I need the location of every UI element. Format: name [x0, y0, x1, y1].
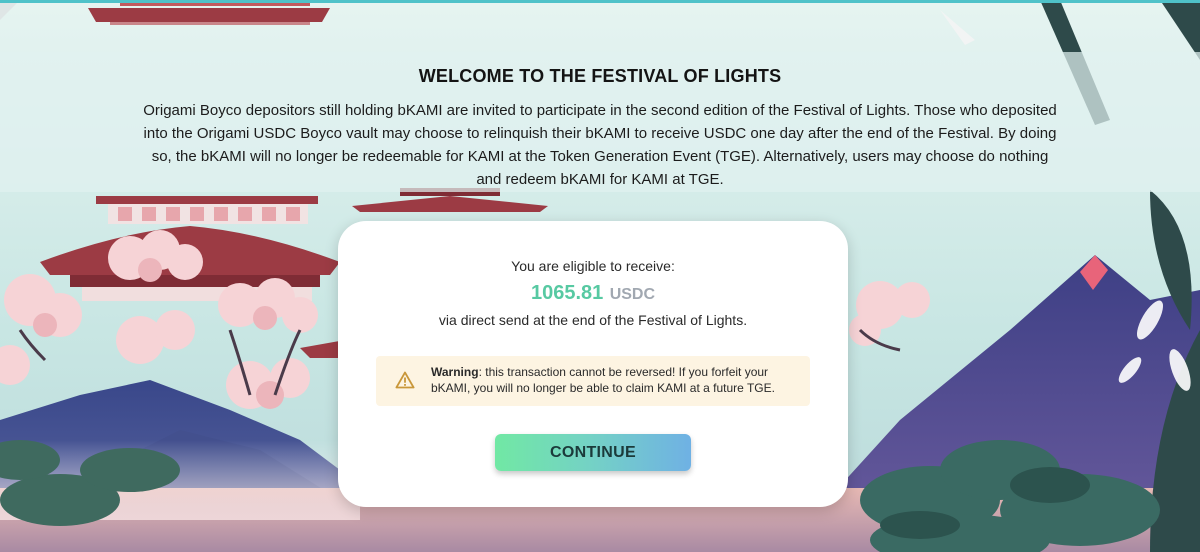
delivery-note: via direct send at the end of the Festiv…	[438, 312, 748, 328]
page-title: WELCOME TO THE FESTIVAL OF LIGHTS	[418, 66, 782, 86]
warning-triangle-icon	[395, 371, 415, 389]
warning-label: Warning	[431, 365, 479, 379]
top-pagoda-roof	[88, 0, 330, 25]
warning-text: Warning: this transaction cannot be reve…	[431, 364, 791, 396]
continue-button[interactable]: CONTINUE	[495, 434, 691, 471]
amount-row: 1065.81 USDC	[338, 282, 848, 305]
eligibility-card: You are eligible to receive: 1065.81 USD…	[338, 221, 848, 507]
warning-message: : this transaction cannot be reversed! I…	[431, 365, 775, 395]
warning-box: Warning: this transaction cannot be reve…	[376, 356, 810, 406]
amount-unit: USDC	[609, 286, 656, 303]
eligible-label: You are eligible to receive:	[511, 258, 675, 274]
intro-description: Origami Boyco depositors still holding b…	[143, 102, 1057, 188]
top-accent-line	[0, 0, 1200, 3]
amount-value: 1065.81	[530, 282, 604, 304]
